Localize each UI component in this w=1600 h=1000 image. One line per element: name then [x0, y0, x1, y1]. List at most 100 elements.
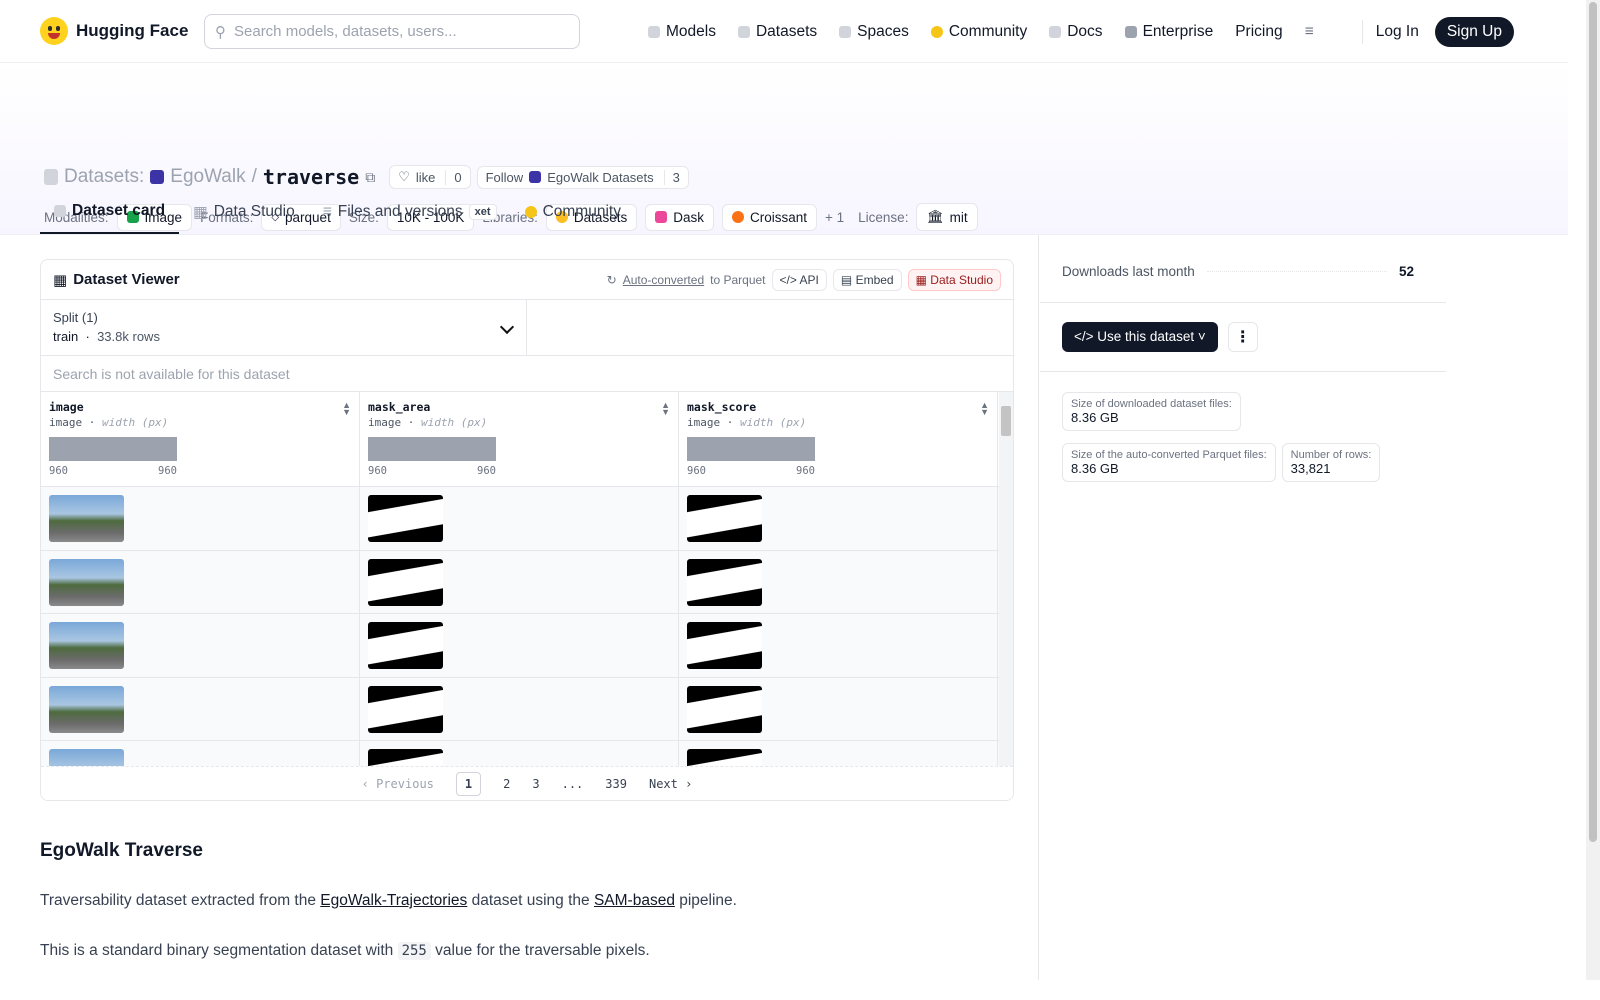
nav-spaces[interactable]: Spaces [839, 23, 909, 41]
datasets-prefix[interactable]: Datasets: [64, 166, 144, 188]
prev-label: Previous [376, 776, 434, 791]
image-thumbnail[interactable] [49, 558, 124, 606]
column-histogram[interactable] [49, 437, 177, 461]
mask-score-cell[interactable] [679, 550, 998, 613]
image-cell[interactable] [41, 614, 360, 677]
image-cell[interactable] [41, 550, 360, 613]
sam-link[interactable]: SAM-based [594, 892, 675, 909]
tab-community[interactable]: Community [511, 202, 635, 234]
viewer-title-text: Dataset Viewer [73, 271, 180, 288]
like-button[interactable]: ♡ like 0 [389, 165, 471, 189]
image-thumbnail[interactable] [49, 685, 124, 733]
repo-name[interactable]: traverse [263, 165, 359, 189]
mask-thumbnail[interactable] [368, 622, 443, 669]
nav-pricing[interactable]: Pricing [1235, 23, 1282, 41]
tab-dataset-card[interactable]: Dataset card [40, 202, 180, 234]
scroll-thumb[interactable] [1001, 406, 1011, 436]
column-histogram[interactable] [687, 437, 815, 461]
tab-files[interactable]: ≡ Files and versions xet [309, 202, 511, 234]
mask-thumbnail[interactable] [368, 558, 443, 606]
chevron-down-icon: ˅ [1197, 329, 1206, 344]
image-thumbnail[interactable] [49, 495, 124, 542]
mask-area-cell[interactable] [360, 741, 679, 768]
mask-area-cell[interactable] [360, 677, 679, 740]
card-paragraph: This is a standard binary segmentation d… [40, 940, 1014, 962]
org-link[interactable]: EgoWalk [170, 166, 245, 188]
column-type-name: image [49, 416, 83, 429]
menu-icon[interactable]: ≡ [1305, 23, 1314, 41]
tag-license[interactable]: 🏛 mit [916, 203, 978, 231]
sort-icon[interactable]: ▲ ▼ [980, 401, 989, 417]
page-scrollbar[interactable] [1586, 0, 1600, 980]
table-row [41, 677, 1013, 741]
auto-converted-link[interactable]: Auto-converted [623, 273, 704, 287]
search-input[interactable]: ⚲ Search models, datasets, users... [204, 14, 580, 49]
nav-divider [1362, 20, 1363, 44]
page-last[interactable]: 339 [605, 777, 627, 791]
follow-button[interactable]: Follow EgoWalk Datasets 3 [476, 165, 689, 189]
tab-data-studio[interactable]: ▦ Data Studio [179, 202, 309, 234]
nav-enterprise[interactable]: Enterprise [1124, 23, 1213, 41]
egowalk-trajectories-link[interactable]: EgoWalk-Trajectories [320, 892, 467, 909]
mask-thumbnail[interactable] [687, 622, 762, 669]
mask-thumbnail[interactable] [368, 685, 443, 733]
sort-icon[interactable]: ▲ ▼ [661, 401, 670, 417]
data-studio-button[interactable]: ▦ Data Studio [907, 268, 1001, 291]
column-histogram[interactable] [368, 437, 496, 461]
tag-library-dask[interactable]: Dask [645, 203, 714, 231]
nav-community-label: Community [948, 22, 1028, 40]
use-dataset-label: Use this dataset [1097, 329, 1195, 344]
tag-library-croissant[interactable]: Croissant [721, 203, 817, 231]
mask-score-cell[interactable] [679, 741, 998, 768]
card-text: pipeline. [674, 892, 737, 909]
nav-models[interactable]: Models [648, 23, 716, 41]
stat-key: Size of downloaded dataset files: [1071, 398, 1232, 410]
use-dataset-button[interactable]: </> Use this dataset ˅ [1062, 322, 1218, 352]
image-cell[interactable] [41, 677, 360, 740]
page-scroll-thumb[interactable] [1589, 2, 1597, 842]
mask-score-cell[interactable] [679, 487, 998, 550]
card-text: value for the traversable pixels. [430, 942, 650, 959]
mask-thumbnail[interactable] [687, 558, 762, 606]
viewer-header: ▦ Dataset Viewer ↻ Auto-converted to Parq… [41, 260, 1013, 300]
mask-thumbnail[interactable] [368, 495, 443, 542]
column-image[interactable]: image image · width (px) 960 960 ▲ ▼ [41, 392, 360, 486]
more-options-button[interactable]: ⋮ [1227, 322, 1258, 352]
use-dataset-row: </> Use this dataset ˅ ⋮ [1062, 322, 1414, 352]
mask-area-cell[interactable] [360, 614, 679, 677]
sort-icon[interactable]: ▲ ▼ [342, 401, 351, 417]
page-3[interactable]: 3 [532, 777, 539, 791]
split-dropdown[interactable]: Split (1) train · 33.8k rows [41, 300, 527, 355]
page-2[interactable]: 2 [503, 777, 510, 791]
signup-button[interactable]: Sign Up [1434, 17, 1514, 47]
copy-icon[interactable]: ⧉ [365, 169, 375, 186]
mask-score-cell[interactable] [679, 677, 998, 740]
column-name: image [49, 400, 84, 414]
mask-area-cell[interactable] [360, 487, 679, 550]
mask-thumbnail[interactable] [687, 495, 762, 542]
nav-docs[interactable]: Docs [1049, 23, 1103, 41]
embed-button[interactable]: ▤ Embed [832, 268, 902, 291]
page-1[interactable]: 1 [455, 771, 482, 796]
api-button[interactable]: </> API [771, 268, 827, 291]
nav-community[interactable]: Community [930, 22, 1028, 41]
like-count: 0 [445, 169, 462, 185]
next-page[interactable]: Next › [649, 777, 692, 791]
login-link[interactable]: Log In [1376, 23, 1419, 41]
table-row [41, 487, 1013, 551]
grid-scrollbar[interactable] [999, 392, 1013, 768]
column-mask-score[interactable]: mask_score image · width (px) 960 960 ▲ ▼ [679, 392, 998, 486]
image-thumbnail[interactable] [49, 622, 124, 669]
tag-license-label: mit [949, 209, 968, 225]
column-mask-area[interactable]: mask_area image · width (px) 960 960 ▲ ▼ [360, 392, 679, 486]
prev-page[interactable]: ‹ Previous [362, 777, 434, 791]
mask-area-cell[interactable] [360, 550, 679, 613]
like-label: like [415, 169, 436, 185]
image-cell[interactable] [41, 487, 360, 550]
nav-datasets[interactable]: Datasets [737, 23, 817, 41]
image-cell[interactable] [41, 741, 360, 768]
mask-score-cell[interactable] [679, 614, 998, 677]
libraries-more[interactable]: + 1 [825, 210, 844, 225]
mask-thumbnail[interactable] [687, 685, 762, 733]
brand-logo[interactable]: Hugging Face [40, 17, 188, 45]
